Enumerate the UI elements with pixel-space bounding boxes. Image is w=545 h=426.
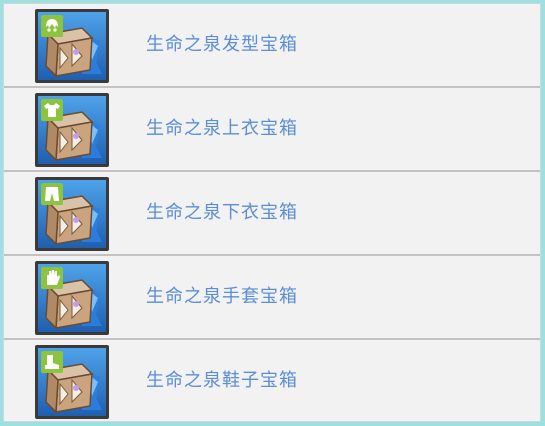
treasure-chest-icon: [35, 177, 109, 251]
item-list: 生命之泉发型宝箱 生命之泉上衣宝箱 生命之泉下衣宝箱 生命之泉手套宝箱 生命之泉…: [3, 3, 541, 422]
list-item-top-box[interactable]: 生命之泉上衣宝箱: [4, 88, 540, 172]
list-item-hair-box[interactable]: 生命之泉发型宝箱: [4, 4, 540, 88]
list-item-bottom-box[interactable]: 生命之泉下衣宝箱: [4, 172, 540, 256]
pants-icon: [41, 183, 63, 205]
hair-icon: [41, 15, 63, 37]
treasure-chest-icon: [35, 261, 109, 335]
treasure-chest-icon: [35, 345, 109, 419]
treasure-chest-icon: [35, 93, 109, 167]
item-label: 生命之泉鞋子宝箱: [146, 370, 298, 391]
boot-icon: [41, 351, 63, 373]
item-label: 生命之泉上衣宝箱: [146, 118, 298, 139]
item-label: 生命之泉下衣宝箱: [146, 202, 298, 223]
list-item-shoe-box[interactable]: 生命之泉鞋子宝箱: [4, 340, 540, 424]
shirt-icon: [41, 99, 63, 121]
list-item-glove-box[interactable]: 生命之泉手套宝箱: [4, 256, 540, 340]
item-label: 生命之泉手套宝箱: [146, 286, 298, 307]
treasure-chest-icon: [35, 9, 109, 83]
glove-icon: [41, 267, 63, 289]
item-label: 生命之泉发型宝箱: [146, 34, 298, 55]
